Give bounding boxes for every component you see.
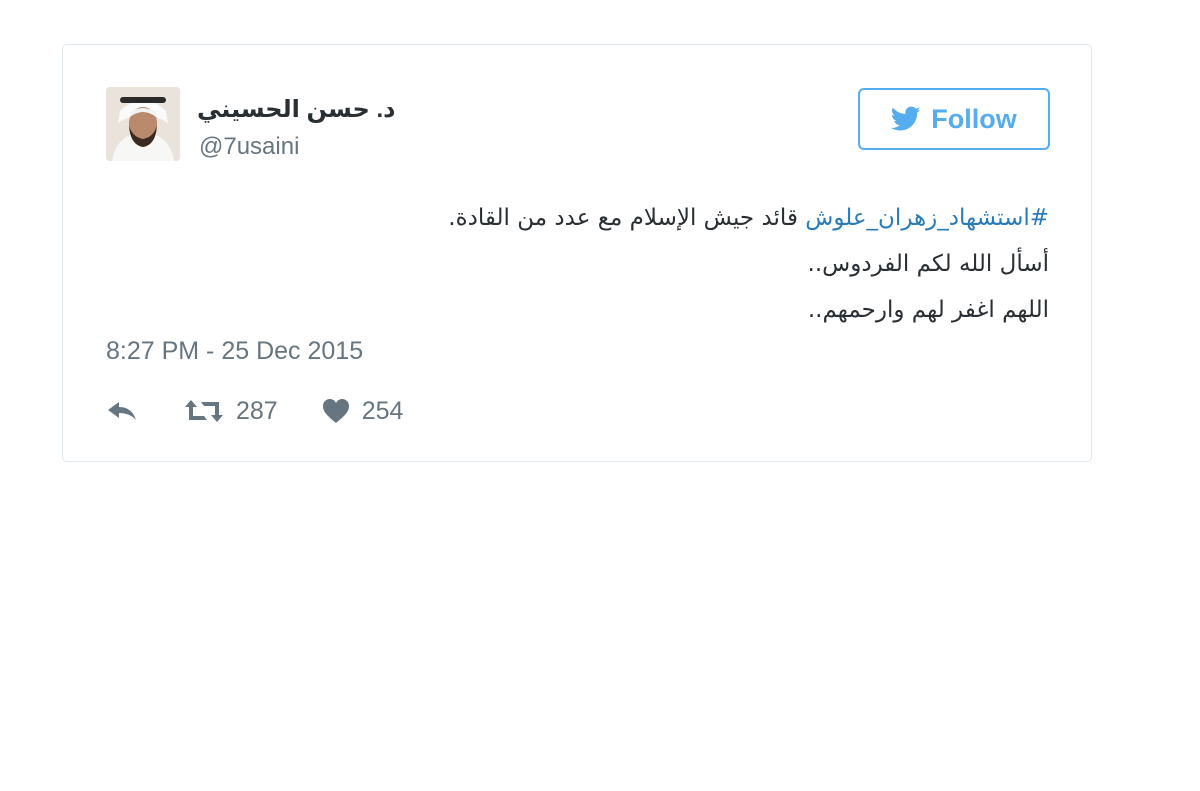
embedded-tweet-card: د. حسن الحسيني @7usaini Follow #استشهاد_… (62, 44, 1092, 462)
tweet-text-line-2: أسأل الله لكم الفردوس.. (807, 251, 1049, 277)
tweet-text: #استشهاد_زهران_علوش قائد جيش الإسلام مع … (329, 195, 1049, 333)
reply-icon (108, 402, 136, 420)
tweet-timestamp[interactable]: 8:27 PM - 25 Dec 2015 (106, 337, 363, 366)
retweet-count: 287 (236, 396, 278, 425)
reply-button[interactable] (106, 399, 138, 423)
tweet-text-line-1: #استشهاد_زهران_علوش قائد جيش الإسلام مع … (329, 195, 1049, 241)
author-avatar[interactable] (106, 87, 180, 161)
profile-photo-icon (106, 87, 180, 161)
author-display-name[interactable]: د. حسن الحسيني (197, 95, 395, 124)
like-button[interactable]: 254 (322, 396, 404, 426)
hashtag-link[interactable]: #استشهاد_زهران_علوش (805, 205, 1049, 231)
twitter-bird-icon (891, 106, 921, 131)
tweet-text-line-3: اللهم اغفر لهم وارحمهم.. (807, 297, 1049, 323)
like-count: 254 (361, 396, 404, 425)
tweet-text-line-1-rest: قائد جيش الإسلام مع عدد من القادة. (448, 205, 806, 231)
follow-button[interactable]: Follow (858, 88, 1050, 150)
heart-icon (322, 399, 349, 423)
retweet-button[interactable]: 287 (184, 397, 278, 426)
retweet-icon (185, 400, 223, 422)
tweet-actions: 287 254 (106, 393, 403, 429)
author-handle[interactable]: @7usaini (199, 133, 299, 161)
follow-button-label: Follow (931, 103, 1017, 134)
